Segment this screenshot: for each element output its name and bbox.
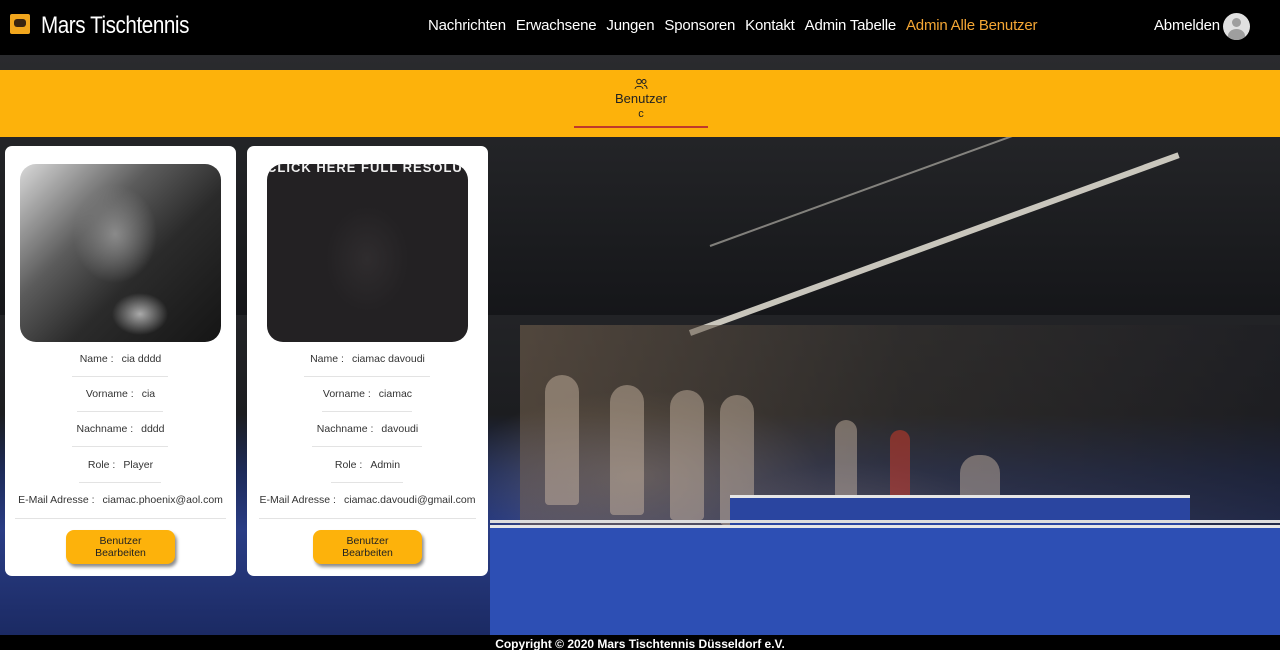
tab-benutzer[interactable]: Benutzer c	[574, 78, 708, 128]
users-icon	[634, 78, 648, 90]
nachname-row: Nachname : davoudi	[316, 423, 419, 435]
vorname-row: Vorname : cia	[85, 388, 156, 400]
nav-admin-alle-benutzer[interactable]: Admin Alle Benutzer	[906, 17, 1037, 34]
nav-kontakt[interactable]: Kontakt	[745, 17, 795, 34]
avatar-icon[interactable]	[1223, 13, 1250, 40]
tab-band: Benutzer c	[0, 70, 1280, 137]
main-nav: Nachrichten Erwachsene Jungen Sponsoren …	[428, 17, 1037, 34]
role-row: Role : Player	[87, 459, 154, 471]
user-card: Name : cia dddd Vorname : cia Nachname : dd…	[5, 146, 236, 576]
copyright-text: Copyright © 2020 Mars Tischtennis Düssel…	[495, 637, 785, 650]
top-navbar: Mars Tischtennis Nachrichten Erwachsene …	[0, 0, 1280, 55]
tab-sublabel: c	[638, 108, 644, 120]
logout-link[interactable]: Abmelden	[1154, 17, 1220, 34]
role-row: Role : Admin	[334, 459, 401, 471]
footer: Copyright © 2020 Mars Tischtennis Düssel…	[0, 635, 1280, 650]
nav-sponsoren[interactable]: Sponsoren	[664, 17, 735, 34]
photo-banner: CLICK HERE FULL RESOLUTION	[267, 164, 468, 175]
edit-user-button[interactable]: Benutzer Bearbeiten	[66, 530, 175, 564]
nachname-row: Nachname : dddd	[76, 423, 165, 435]
edit-user-button[interactable]: Benutzer Bearbeiten	[313, 530, 422, 564]
user-photo: CLICK HERE FULL RESOLUTION	[267, 164, 468, 342]
email-row: E-Mail Adresse : ciamac.davoudi@gmail.com	[259, 494, 476, 506]
tab-label: Benutzer	[614, 91, 668, 106]
logo-icon[interactable]	[10, 14, 30, 34]
nav-jungen[interactable]: Jungen	[606, 17, 654, 34]
nav-admin-tabelle[interactable]: Admin Tabelle	[805, 17, 897, 34]
name-row: Name : ciamac davoudi	[310, 353, 425, 365]
nav-erwachsene[interactable]: Erwachsene	[516, 17, 597, 34]
vorname-row: Vorname : ciamac	[322, 388, 413, 400]
name-row: Name : cia dddd	[79, 353, 162, 365]
nav-nachrichten[interactable]: Nachrichten	[428, 17, 506, 34]
email-row: E-Mail Adresse : ciamac.phoenix@aol.com	[18, 494, 223, 506]
brand-title[interactable]: Mars Tischtennis	[41, 12, 189, 40]
user-card: CLICK HERE FULL RESOLUTION Name :ciamac …	[247, 146, 488, 576]
user-photo	[20, 164, 221, 342]
